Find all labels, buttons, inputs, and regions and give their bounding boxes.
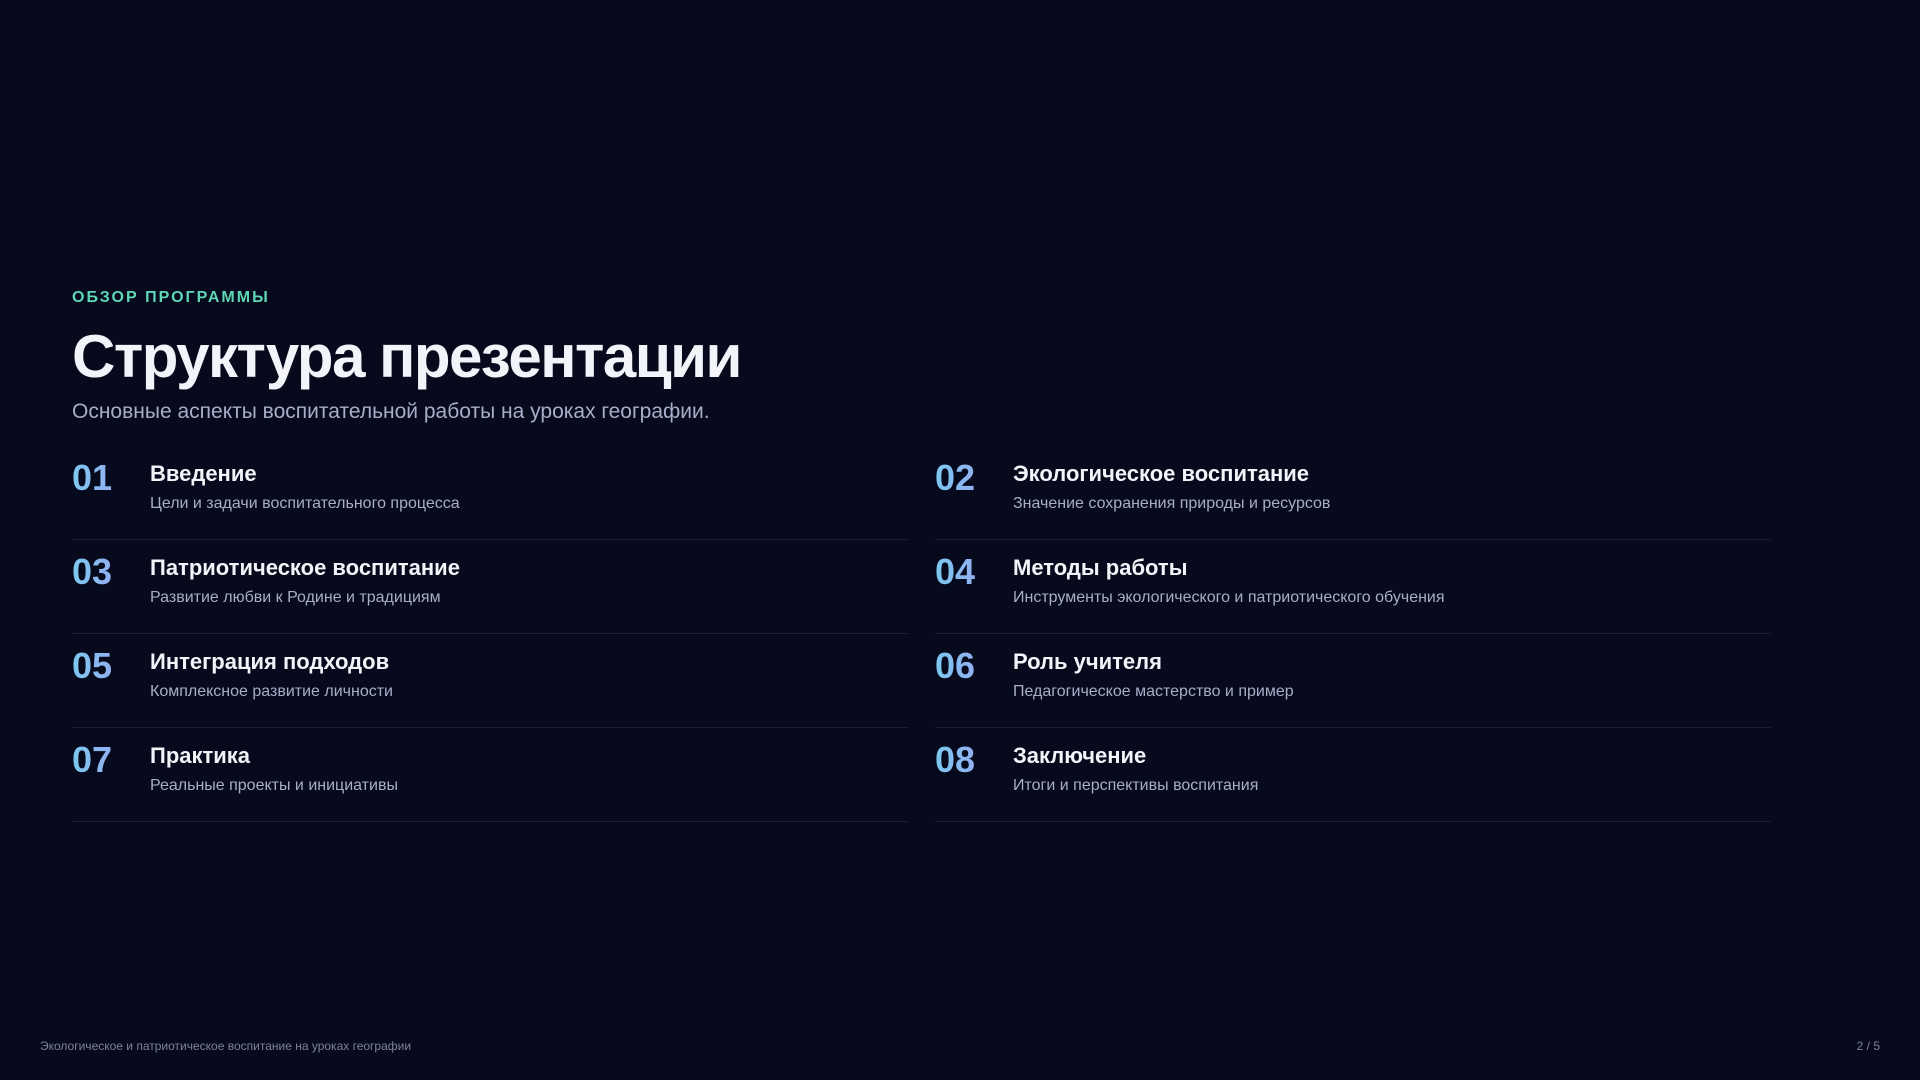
agenda-item-description: Инструменты экологического и патриотичес… [1013,589,1445,606]
agenda-item-text: Патриотическое воспитание Развитие любви… [150,554,460,609]
agenda-item: 04 Методы работы Инструменты экологическ… [935,540,1771,634]
agenda-item-description: Педагогическое мастерство и пример [1013,683,1294,700]
agenda-item-title: Заключение [1013,743,1147,768]
page-counter: 2 / 5 [1856,1039,1880,1053]
agenda-item-text: Экологическое воспитание Значение сохран… [1013,460,1330,515]
agenda-item-title: Экологическое воспитание [1013,461,1310,486]
agenda-item-title: Методы работы [1013,555,1188,580]
slide: ОБЗОР ПРОГРАММЫ Структура презентации Ос… [0,0,1920,1080]
agenda-item-number: 07 [72,738,150,782]
agenda-item-title: Роль учителя [1013,649,1162,674]
agenda-item: 08 Заключение Итоги и перспективы воспит… [935,728,1771,822]
agenda-item-title: Патриотическое воспитание [150,555,460,580]
agenda-item: 06 Роль учителя Педагогическое мастерств… [935,634,1771,728]
agenda-item-number: 01 [72,456,150,500]
agenda-item-description: Реальные проекты и инициативы [150,777,398,794]
agenda-item-number: 06 [935,644,1013,688]
agenda-item-number: 05 [72,644,150,688]
agenda-item-description: Значение сохранения природы и ресурсов [1013,495,1331,512]
slide-title: Структура презентации [72,323,742,390]
agenda-item-number: 03 [72,550,150,594]
agenda-item: 01 Введение Цели и задачи воспитательног… [72,446,908,540]
agenda-item-text: Методы работы Инструменты экологического… [1013,554,1445,609]
agenda-item-title: Введение [150,461,257,486]
agenda-grid: 01 Введение Цели и задачи воспитательног… [72,446,1772,822]
agenda-item-description: Развитие любви к Родине и традициям [150,589,441,606]
slide-subtitle: Основные аспекты воспитательной работы н… [72,400,710,423]
agenda-item-number: 04 [935,550,1013,594]
agenda-item-number: 02 [935,456,1013,500]
agenda-item-text: Роль учителя Педагогическое мастерство и… [1013,648,1294,703]
agenda-item-description: Итоги и перспективы воспитания [1013,777,1259,794]
agenda-item-description: Комплексное развитие личности [150,683,393,700]
agenda-item-title: Практика [150,743,251,768]
section-eyebrow: ОБЗОР ПРОГРАММЫ [72,289,270,306]
agenda-item: 03 Патриотическое воспитание Развитие лю… [72,540,908,634]
footer-caption: Экологическое и патриотическое воспитани… [40,1039,412,1053]
agenda-item-text: Заключение Итоги и перспективы воспитани… [1013,742,1258,797]
agenda-item: 07 Практика Реальные проекты и инициатив… [72,728,908,822]
agenda-item-text: Интеграция подходов Комплексное развитие… [150,648,393,703]
agenda-item: 05 Интеграция подходов Комплексное разви… [72,634,908,728]
agenda-item-description: Цели и задачи воспитательного процесса [150,495,460,512]
agenda-item: 02 Экологическое воспитание Значение сох… [935,446,1771,540]
slide-header: ОБЗОР ПРОГРАММЫ Структура презентации Ос… [72,288,1772,426]
agenda-item-title: Интеграция подходов [150,649,390,674]
agenda-item-text: Практика Реальные проекты и инициативы [150,742,398,797]
agenda-item-number: 08 [935,738,1013,782]
agenda-item-text: Введение Цели и задачи воспитательного п… [150,460,460,515]
